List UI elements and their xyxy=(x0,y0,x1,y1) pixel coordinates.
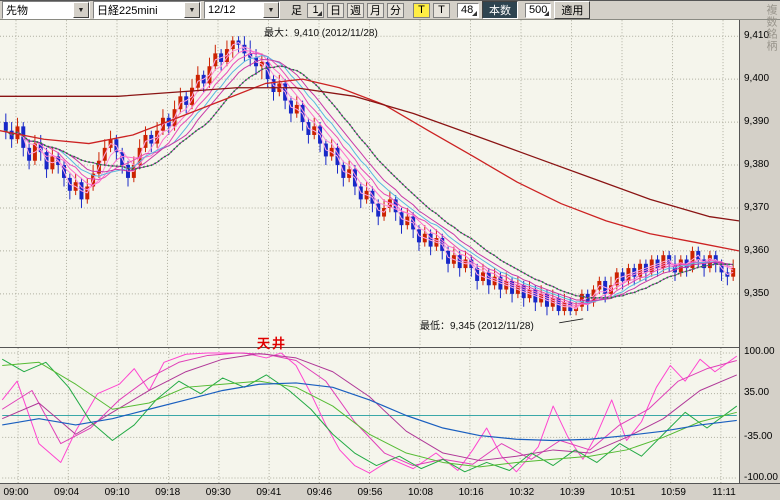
time-label: 10:08 xyxy=(408,487,433,498)
tick-button-label: T xyxy=(418,4,425,16)
time-label: 10:32 xyxy=(509,487,534,498)
period-value-button[interactable]: 1 xyxy=(307,3,324,18)
multi-symbol-vertical-label[interactable]: 複数銘柄 xyxy=(763,4,779,52)
contract-month-value: 12/12 xyxy=(205,4,239,16)
osc-pink-fast xyxy=(2,353,737,473)
tick2-button-label: T xyxy=(438,4,445,16)
period-month-button[interactable]: 月 xyxy=(367,3,384,18)
min-price-annotation: 最低：9,345 (2012/11/28) xyxy=(420,317,534,332)
time-label: 09:46 xyxy=(307,487,332,498)
instrument-type-dropdown[interactable]: 先物 ▼ xyxy=(2,1,90,19)
oscillator-area: 100.00 35.00 -35.00 -100.00 xyxy=(0,347,780,483)
time-label: 10:16 xyxy=(459,487,484,498)
time-label: 09:56 xyxy=(357,487,382,498)
candle-body xyxy=(4,122,8,131)
main-chart-area: 9,4109,4009,3909,3809,3709,3609,350 xyxy=(0,20,780,347)
instrument-type-value: 先物 xyxy=(3,2,31,18)
osc-axis-label: -100.00 xyxy=(744,472,778,483)
osc-axis-label: 100.00 xyxy=(744,346,775,357)
bar-count-value: 48 xyxy=(461,4,473,16)
time-label: 10:59 xyxy=(661,487,686,498)
ceiling-annotation: 天井 xyxy=(257,333,287,352)
period-minute-label: 分 xyxy=(390,2,401,18)
time-label: 09:30 xyxy=(206,487,231,498)
period-month-label: 月 xyxy=(370,2,381,18)
price-axis-label: 9,370 xyxy=(744,202,769,213)
time-label: 09:04 xyxy=(54,487,79,498)
price-axis-label: 9,380 xyxy=(744,159,769,170)
osc-axis-label: 35.00 xyxy=(744,387,769,398)
time-label: 10:51 xyxy=(610,487,635,498)
price-axis-label: 9,350 xyxy=(744,288,769,299)
tick2-button[interactable]: T xyxy=(433,3,450,18)
period-week-button[interactable]: 週 xyxy=(347,3,364,18)
span-value: 500 xyxy=(529,4,547,16)
apply-button[interactable]: 適用 xyxy=(554,1,590,19)
period-day-button[interactable]: 日 xyxy=(327,3,344,18)
bar-type-label: 足 xyxy=(289,2,304,18)
candlestick-chart[interactable] xyxy=(0,20,740,347)
chevron-down-icon[interactable]: ▼ xyxy=(263,2,279,18)
period-day-label: 日 xyxy=(330,2,341,18)
span-input[interactable]: 500 xyxy=(525,3,551,18)
oscillator-chart[interactable] xyxy=(0,347,740,483)
min-pointer-line xyxy=(559,319,583,323)
time-label: 10:39 xyxy=(560,487,585,498)
time-label: 11:11 xyxy=(712,487,736,498)
price-axis-label: 9,360 xyxy=(744,245,769,256)
chevron-down-icon[interactable]: ▼ xyxy=(184,2,200,18)
time-label: 09:41 xyxy=(256,487,281,498)
time-label: 09:18 xyxy=(155,487,180,498)
time-label: 09:10 xyxy=(105,487,130,498)
trading-chart-window: 先物 ▼ 日経225mini ▼ 12/12 ▼ 足 1 日 週 月 分 T T… xyxy=(0,0,780,500)
contract-month-dropdown[interactable]: 12/12 ▼ xyxy=(204,1,280,19)
tick-button[interactable]: T xyxy=(413,3,430,18)
osc-axis-label: -35.00 xyxy=(744,431,772,442)
time-label: 09:00 xyxy=(3,487,28,498)
period-value: 1 xyxy=(312,4,318,16)
bar-count-button[interactable]: 本数 xyxy=(482,1,518,19)
toolbar: 先物 ▼ 日経225mini ▼ 12/12 ▼ 足 1 日 週 月 分 T T… xyxy=(0,1,780,20)
oscillator-axis: 100.00 35.00 -35.00 -100.00 xyxy=(741,347,780,483)
price-axis-label: 9,390 xyxy=(744,116,769,127)
time-axis: 09:00 09:04 09:10 09:18 09:30 09:41 09:46 09:56… xyxy=(0,483,780,500)
chevron-down-icon[interactable]: ▼ xyxy=(73,2,89,18)
symbol-dropdown[interactable]: 日経225mini ▼ xyxy=(93,1,201,19)
symbol-value: 日経225mini xyxy=(94,2,161,18)
period-week-label: 週 xyxy=(350,2,361,18)
ma-ribbon-line xyxy=(6,50,733,306)
price-axis: 9,4109,4009,3909,3809,3709,3609,350 xyxy=(741,20,780,347)
period-minute-button[interactable]: 分 xyxy=(387,3,404,18)
max-price-annotation: 最大：9,410 (2012/11/28) xyxy=(264,24,378,39)
price-axis-label: 9,400 xyxy=(744,73,769,84)
bar-count-input[interactable]: 48 xyxy=(457,3,479,18)
